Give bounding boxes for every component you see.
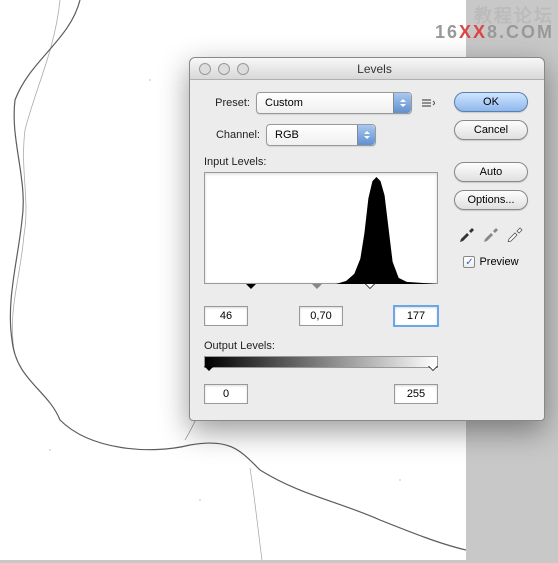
- traffic-lights: [190, 63, 249, 75]
- input-white-field[interactable]: [394, 306, 438, 326]
- cancel-button[interactable]: Cancel: [454, 120, 528, 140]
- output-levels-label: Output Levels:: [204, 340, 438, 352]
- output-white-field[interactable]: [394, 384, 438, 404]
- zoom-icon[interactable]: [237, 63, 249, 75]
- preview-label: Preview: [479, 256, 518, 268]
- input-slider-track[interactable]: [204, 286, 438, 300]
- gray-eyedropper-icon[interactable]: [482, 224, 500, 242]
- close-icon[interactable]: [199, 63, 211, 75]
- output-gradient: [204, 356, 438, 368]
- histogram[interactable]: [204, 172, 438, 284]
- output-black-field[interactable]: [204, 384, 248, 404]
- input-mid-field[interactable]: [299, 306, 343, 326]
- output-white-slider[interactable]: [428, 366, 438, 376]
- output-slider-track[interactable]: [204, 368, 438, 382]
- ok-button[interactable]: OK: [454, 92, 528, 112]
- preset-value: Custom: [265, 97, 303, 109]
- dialog-title: Levels: [249, 62, 544, 76]
- wm-mid: XX: [459, 22, 487, 42]
- input-mid-slider[interactable]: [312, 284, 322, 294]
- options-button[interactable]: Options...: [454, 190, 528, 210]
- input-levels-label: Input Levels:: [204, 156, 438, 168]
- input-white-slider[interactable]: [365, 284, 375, 294]
- chevron-updown-icon: [357, 125, 375, 145]
- auto-button[interactable]: Auto: [454, 162, 528, 182]
- minimize-icon[interactable]: [218, 63, 230, 75]
- wm-post: 8.COM: [487, 22, 554, 42]
- input-black-field[interactable]: [204, 306, 248, 326]
- white-eyedropper-icon[interactable]: [506, 224, 524, 242]
- channel-select[interactable]: RGB: [266, 124, 376, 146]
- levels-dialog: Levels Preset: Custom Channel: RGB Input…: [189, 57, 545, 421]
- wm-pre: 16: [435, 22, 459, 42]
- input-black-slider[interactable]: [246, 284, 256, 294]
- eyedropper-group: [458, 224, 524, 242]
- chevron-updown-icon: [393, 93, 411, 113]
- titlebar[interactable]: Levels: [190, 58, 544, 80]
- preset-menu-icon[interactable]: [418, 94, 438, 112]
- output-black-slider[interactable]: [204, 366, 214, 376]
- preset-select[interactable]: Custom: [256, 92, 412, 114]
- black-eyedropper-icon[interactable]: [458, 224, 476, 242]
- watermark-line2: 16XX8.COM: [435, 22, 554, 43]
- channel-label: Channel:: [204, 129, 266, 141]
- preview-checkbox[interactable]: ✓: [463, 256, 475, 268]
- preset-label: Preset:: [204, 97, 256, 109]
- channel-value: RGB: [275, 129, 299, 141]
